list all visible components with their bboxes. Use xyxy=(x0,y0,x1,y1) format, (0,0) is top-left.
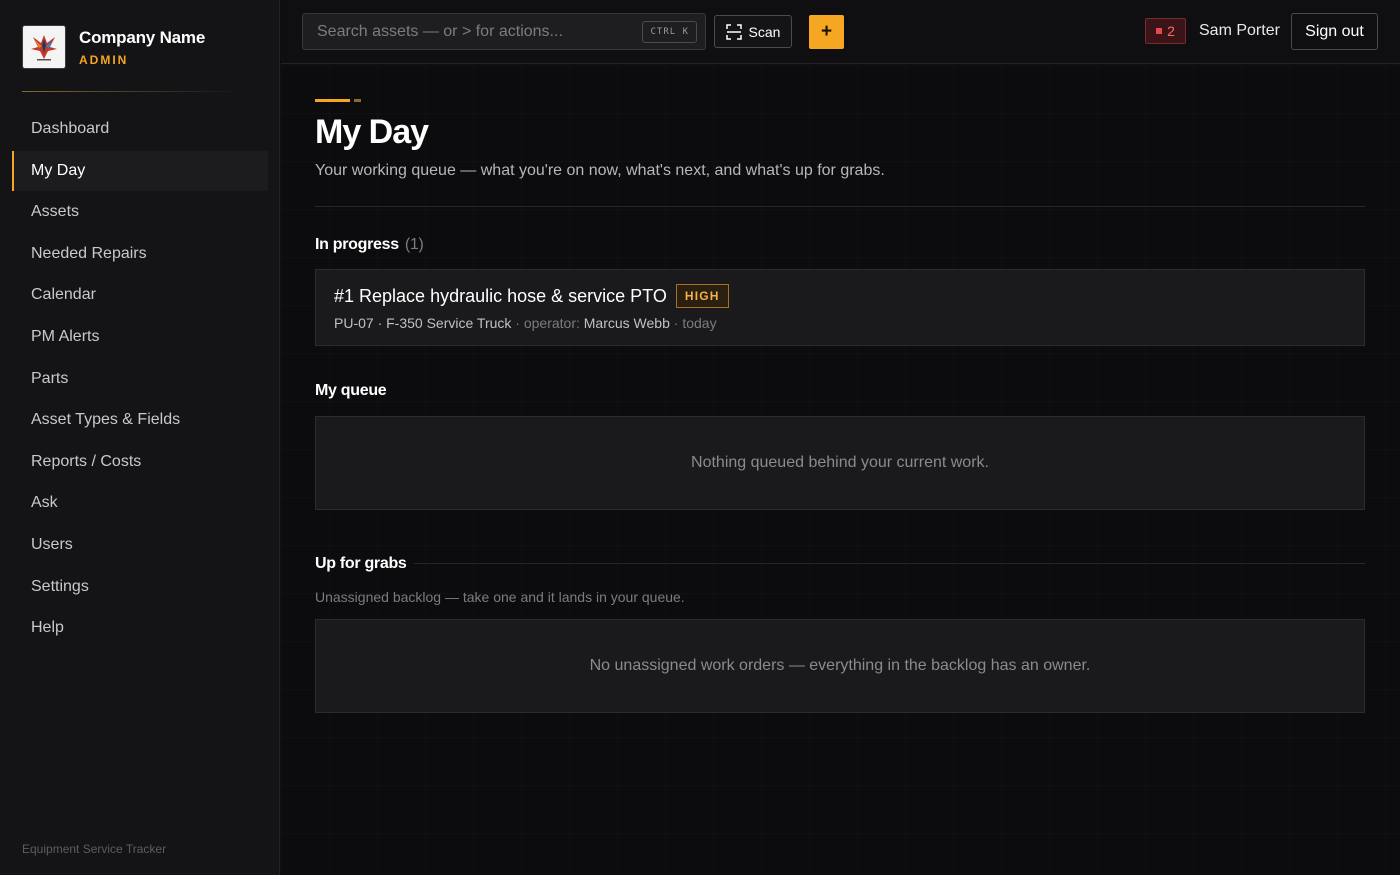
work-order-card[interactable]: #1 Replace hydraulic hose & service PTO … xyxy=(315,269,1365,346)
work-order-asset: PU-07 · F-350 Service Truck xyxy=(334,315,512,331)
sidebar-item-assets[interactable]: Assets xyxy=(12,192,268,232)
user-role: ADMIN xyxy=(79,52,129,67)
up-for-grabs-heading: Up for grabs xyxy=(315,555,407,572)
up-for-grabs-empty-state: No unassigned work orders — everything i… xyxy=(315,619,1365,713)
page-title: My Day xyxy=(315,113,429,151)
sidebar-item-my-day[interactable]: My Day xyxy=(12,150,268,191)
in-progress-heading: In progress (1) xyxy=(315,236,424,254)
work-order-meta: PU-07 · F-350 Service Truck · operator: … xyxy=(334,315,1346,331)
work-order-date: · today xyxy=(673,315,717,331)
search-box[interactable]: CTRL K xyxy=(302,13,706,50)
current-user-name: Sam Porter xyxy=(1199,22,1280,39)
priority-badge: HIGH xyxy=(675,284,729,308)
sidebar-item-users[interactable]: Users xyxy=(12,525,268,565)
add-button[interactable]: + xyxy=(809,15,844,49)
alert-icon xyxy=(1156,28,1163,34)
sidebar-item-dashboard[interactable]: Dashboard xyxy=(12,109,268,149)
sign-out-button[interactable]: Sign out xyxy=(1291,13,1378,50)
sidebar-item-asset-types[interactable]: Asset Types & Fields xyxy=(12,400,268,440)
alert-count: 2 xyxy=(1167,23,1175,39)
search-input[interactable] xyxy=(317,22,637,41)
work-order-operator: Marcus Webb xyxy=(583,315,670,331)
in-progress-count: (1) xyxy=(404,236,424,253)
topbar: CTRL K Scan + 2 Sam Porter Sign out xyxy=(281,0,1400,64)
in-progress-title: In progress xyxy=(315,236,399,253)
up-for-grabs-subtitle: Unassigned backlog — take one and it lan… xyxy=(315,589,685,605)
up-for-grabs-divider xyxy=(414,563,1365,564)
sidebar-item-reports[interactable]: Reports / Costs xyxy=(12,442,268,482)
sidebar-item-needed-repairs[interactable]: Needed Repairs xyxy=(12,234,268,274)
sidebar-item-settings[interactable]: Settings xyxy=(12,567,268,607)
company-name: Company Name xyxy=(79,27,206,47)
sidebar-item-ask[interactable]: Ask xyxy=(12,483,268,523)
work-order-title[interactable]: #1 Replace hydraulic hose & service PTO xyxy=(334,286,667,307)
main-content: My Day Your working queue — what you're … xyxy=(281,65,1400,875)
page-subtitle: Your working queue — what you're on now,… xyxy=(315,162,885,179)
app-footer-label: Equipment Service Tracker xyxy=(22,842,167,856)
sidebar-item-parts[interactable]: Parts xyxy=(12,359,268,399)
my-queue-empty-state: Nothing queued behind your current work. xyxy=(315,416,1365,510)
my-queue-heading: My queue xyxy=(315,382,387,399)
operator-label: · operator: xyxy=(515,315,580,331)
brand[interactable]: Company Name ADMIN xyxy=(22,25,205,69)
scan-icon xyxy=(725,23,742,40)
sidebar-nav: Dashboard My Day Assets Needed Repairs C… xyxy=(12,109,268,650)
scan-button[interactable]: Scan xyxy=(714,15,792,48)
brand-divider xyxy=(22,91,242,92)
alert-badge[interactable]: 2 xyxy=(1145,18,1186,44)
title-accent xyxy=(315,99,361,102)
header-divider xyxy=(315,206,1365,207)
search-shortcut-hint: CTRL K xyxy=(642,21,697,43)
company-logo xyxy=(22,25,66,69)
scan-button-label: Scan xyxy=(748,23,781,40)
sidebar-item-pm-alerts[interactable]: PM Alerts xyxy=(12,317,268,357)
sidebar: Company Name ADMIN Dashboard My Day Asse… xyxy=(0,0,280,875)
sidebar-item-help[interactable]: Help xyxy=(12,608,268,648)
sidebar-item-calendar[interactable]: Calendar xyxy=(12,275,268,315)
